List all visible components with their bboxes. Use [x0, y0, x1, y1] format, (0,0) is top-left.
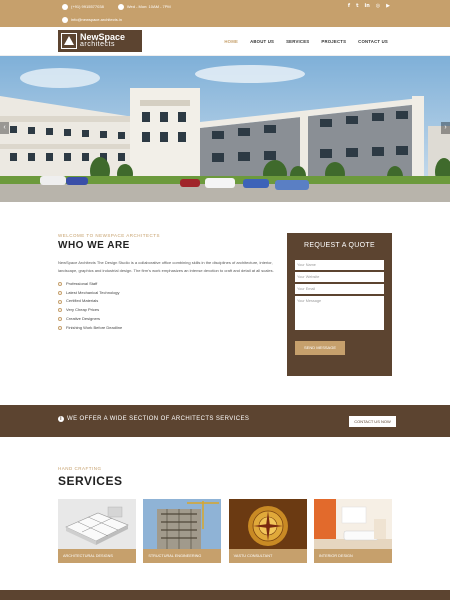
nav-about[interactable]: ABOUT US — [250, 39, 274, 44]
email-field[interactable]: Your Email — [295, 284, 384, 294]
linkedin-icon[interactable]: in — [364, 3, 369, 9]
contact-us-now-button[interactable]: CONTACT US NOW — [349, 416, 396, 427]
clock-icon — [117, 3, 124, 10]
email-link[interactable]: info@newspace.architects.in — [71, 15, 122, 24]
services-banner: i WE OFFER A WIDE SECTION OF ARCHITECTS … — [0, 405, 450, 437]
services-heading: HAND CRAFTING SERVICES — [58, 466, 122, 488]
services-cards: ARCHITECTURAL DESIGNS STRUCTURAL ENGINEE… — [58, 499, 392, 563]
service-card-label: ARCHITECTURAL DESIGNS — [58, 549, 136, 563]
check-icon — [58, 317, 62, 322]
service-card-vastu[interactable]: VASTU CONSULTANT — [228, 499, 307, 563]
list-item: Certified Materials — [58, 297, 282, 306]
nav-contact[interactable]: CONTACT US — [358, 39, 388, 44]
quote-title: REQUEST A QUOTE — [304, 242, 375, 249]
check-icon — [58, 282, 62, 287]
youtube-icon[interactable]: ▶ — [386, 3, 390, 9]
service-card-label: STRUCTURAL ENGINEERING — [143, 549, 222, 563]
send-message-button[interactable]: SEND MESSAGE — [295, 341, 345, 355]
service-card-interior[interactable]: INTERIOR DESIGN — [313, 499, 392, 563]
phone-number[interactable]: (+91) 9915577038 — [71, 2, 104, 11]
opening-hours: Wed - Mon: 10AM - 7PM — [126, 4, 171, 9]
hero-next-arrow[interactable]: › — [441, 122, 450, 134]
website-field[interactable]: Your Website — [295, 272, 384, 282]
service-card-label: VASTU CONSULTANT — [228, 549, 307, 563]
services-title: SERVICES — [58, 474, 123, 488]
check-icon — [58, 308, 62, 313]
interior-image — [313, 499, 392, 549]
logo-line1: NewSpace — [80, 32, 126, 42]
name-field[interactable]: Your Name — [295, 260, 384, 270]
message-field[interactable]: Your Message — [295, 296, 384, 330]
twitter-icon[interactable]: t — [356, 3, 358, 9]
list-item: Professional Staff — [58, 280, 282, 289]
vastu-image — [228, 499, 307, 549]
quote-form: REQUEST A QUOTE Your Name Your Website Y… — [287, 233, 392, 376]
list-item: Very Cheap Prices — [58, 306, 282, 315]
banner-text: WE OFFER A WIDE SECTION OF ARCHITECTS SE… — [67, 416, 250, 422]
feature-list: Professional Staff Latest Mechanical Tec… — [58, 280, 282, 332]
mail-icon — [62, 16, 68, 23]
about-section: WELCOME TO NEWSPACE ARCHITECTS WHO WE AR… — [58, 233, 282, 332]
about-title: WHO WE ARE — [58, 240, 130, 251]
main-nav: HOME ABOUT US SERVICES PROJECTS CONTACT … — [224, 39, 388, 44]
check-icon — [58, 299, 62, 304]
service-card-label: INTERIOR DESIGN — [313, 549, 392, 563]
check-icon — [58, 325, 62, 330]
top-contacts: (+91) 9915577038 Wed - Mon: 10AM - 7PM i… — [62, 2, 171, 24]
info-icon: i — [58, 416, 64, 422]
list-item: Creative Designers — [58, 315, 282, 324]
structural-image — [143, 499, 222, 549]
list-item: Finishing Work Before Deadline — [58, 324, 282, 333]
footer-strip — [0, 590, 450, 600]
hero-slider: ‹ › — [0, 56, 450, 202]
service-card-architectural[interactable]: ARCHITECTURAL DESIGNS — [58, 499, 136, 563]
nav-services[interactable]: SERVICES — [286, 39, 309, 44]
top-bar: (+91) 9915577038 Wed - Mon: 10AM - 7PM i… — [0, 0, 450, 27]
nav-projects[interactable]: PROJECTS — [321, 39, 346, 44]
service-card-structural[interactable]: STRUCTURAL ENGINEERING — [143, 499, 222, 563]
site-logo[interactable]: NewSpace architects — [58, 30, 142, 52]
site-header: NewSpace architects HOME ABOUT US SERVIC… — [0, 27, 450, 56]
nav-home[interactable]: HOME — [224, 39, 238, 44]
list-item: Latest Mechanical Technology — [58, 289, 282, 298]
logo-line2: architects — [80, 41, 115, 48]
services-kicker: HAND CRAFTING — [58, 466, 102, 471]
facebook-icon[interactable]: f — [348, 3, 350, 9]
phone-icon — [62, 3, 68, 10]
hero-building-image — [0, 56, 450, 202]
logo-mark-icon — [61, 33, 77, 49]
architectural-image — [58, 499, 136, 549]
instagram-icon[interactable]: ◎ — [376, 3, 380, 9]
about-body: NewSpace Architects The Design Studio is… — [58, 260, 274, 273]
check-icon — [58, 291, 62, 296]
social-links: f t in ◎ ▶ — [348, 3, 390, 9]
about-kicker: WELCOME TO NEWSPACE ARCHITECTS — [58, 233, 161, 238]
hero-prev-arrow[interactable]: ‹ — [0, 122, 9, 134]
